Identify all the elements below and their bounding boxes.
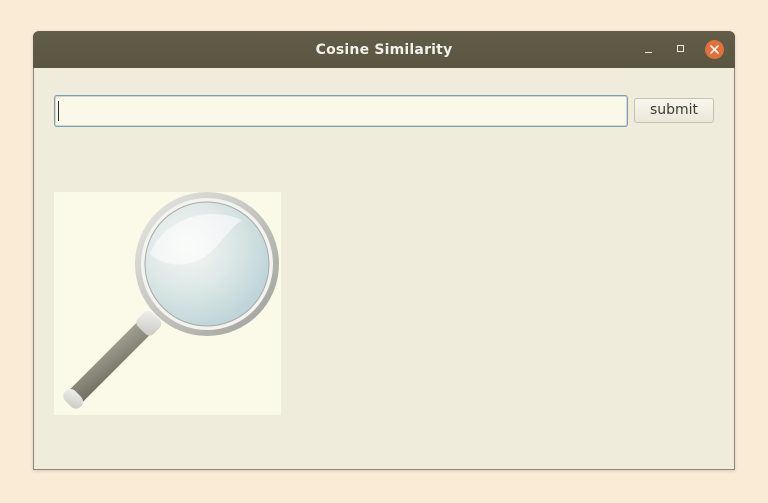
submit-button[interactable]: submit: [634, 98, 714, 123]
magnifier-image: [54, 192, 281, 415]
app-window: Cosine Similarity submit: [33, 31, 735, 470]
close-button[interactable]: [705, 40, 724, 59]
window-title: Cosine Similarity: [315, 42, 453, 58]
minimize-button[interactable]: [639, 40, 658, 59]
text-caret: [58, 101, 59, 121]
title-bar[interactable]: Cosine Similarity: [33, 31, 735, 68]
maximize-button[interactable]: [672, 40, 691, 59]
maximize-icon: [677, 45, 684, 52]
close-icon: [710, 45, 719, 54]
minimize-icon: [645, 52, 652, 53]
magnifier-icon: [63, 192, 279, 409]
search-input[interactable]: [54, 95, 628, 127]
